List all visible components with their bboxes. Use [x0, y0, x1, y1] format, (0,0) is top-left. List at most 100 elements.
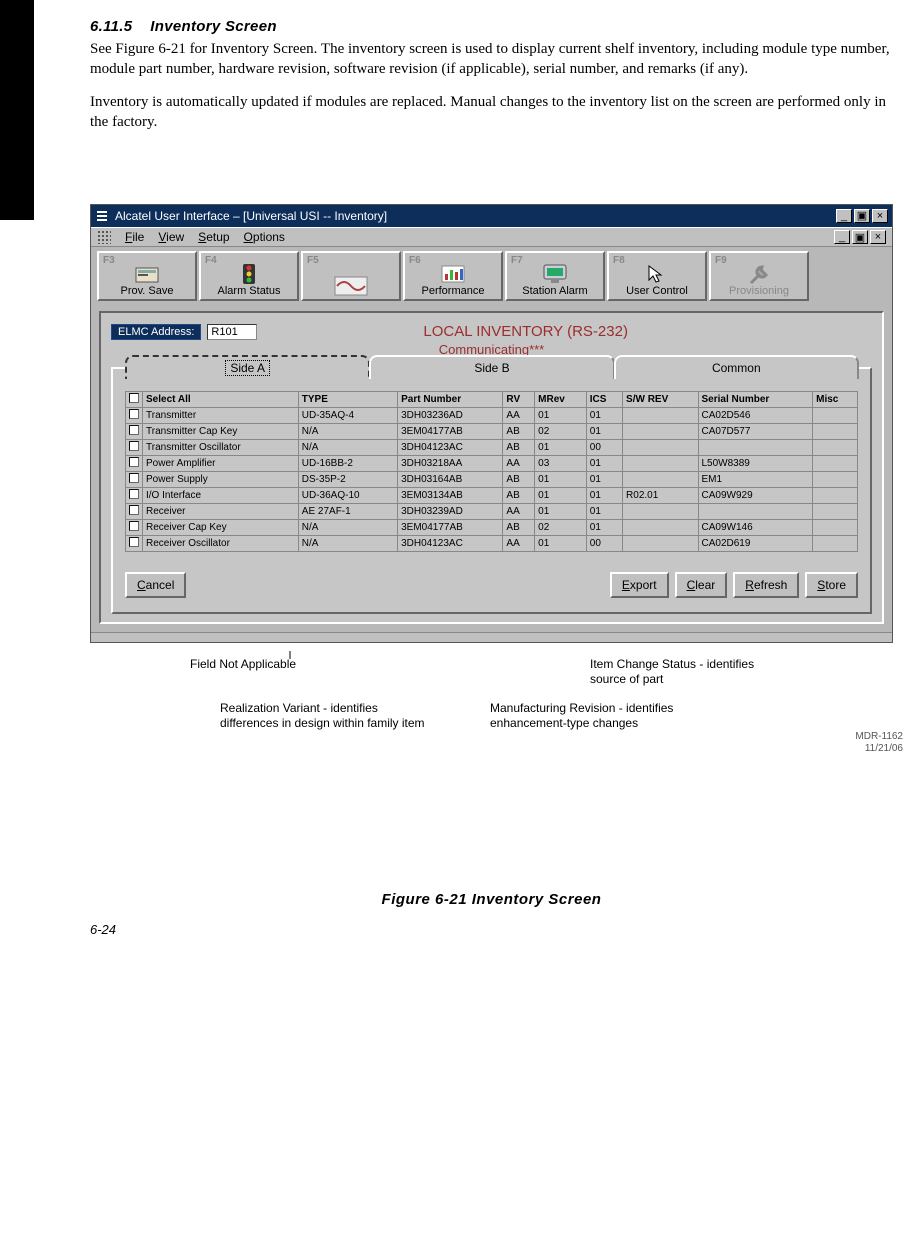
figure-caption: Figure 6-21 Inventory Screen	[90, 891, 893, 908]
toolbar-station-alarm[interactable]: F7Station Alarm	[505, 251, 605, 301]
title-bar[interactable]: Alcatel User Interface – [Universal USI …	[91, 205, 892, 227]
refresh-button[interactable]: Refresh	[733, 572, 799, 598]
cell-type: N/A	[298, 536, 397, 552]
cell-name: Power Amplifier	[143, 456, 299, 472]
cell-rv: AB	[503, 520, 535, 536]
tab-side-a[interactable]: Side A	[125, 355, 370, 379]
cell-mrev: 03	[535, 456, 587, 472]
callout-item-change-status: Item Change Status - identifies source o…	[590, 657, 780, 687]
callout-manufacturing-revision: Manufacturing Revision - identifies enha…	[490, 701, 700, 731]
cell-mrev: 01	[535, 408, 587, 424]
cell-ics: 01	[586, 456, 622, 472]
cell-name: Receiver Oscillator	[143, 536, 299, 552]
callout-field-na: Field Not Applicable	[190, 657, 296, 672]
cell-mrev: 02	[535, 520, 587, 536]
menu-file[interactable]: File	[125, 230, 144, 244]
cell-misc	[813, 424, 858, 440]
cell-serial: CA07D577	[698, 424, 813, 440]
cell-type: AE 27AF-1	[298, 504, 397, 520]
maximize-button[interactable]: ▣	[854, 209, 870, 223]
content-panel: ELMC Address: R101 LOCAL INVENTORY (RS-2…	[99, 311, 884, 624]
mdi-minimize-button[interactable]: _	[834, 230, 850, 244]
menu-bar: File View Setup Options _ ▣ ×	[91, 227, 892, 247]
pointer-icon	[645, 263, 669, 285]
cell-part: 3DH03218AA	[398, 456, 503, 472]
row-checkbox[interactable]	[129, 505, 139, 515]
elmc-address-value[interactable]: R101	[207, 324, 257, 340]
table-row: ReceiverAE 27AF-13DH03239ADAA0101	[126, 504, 858, 520]
toolbar-alarm-status[interactable]: F4Alarm Status	[199, 251, 299, 301]
row-checkbox[interactable]	[129, 537, 139, 547]
mdi-restore-button[interactable]: ▣	[852, 230, 868, 244]
col-header[interactable]: Serial Number	[698, 392, 813, 408]
fkey-label: F8	[613, 255, 625, 266]
export-button[interactable]: Export	[610, 572, 669, 598]
col-header[interactable]: Select All	[143, 392, 299, 408]
row-checkbox[interactable]	[129, 441, 139, 451]
wave-icon	[334, 275, 368, 297]
cell-rv: AA	[503, 504, 535, 520]
menu-setup[interactable]: Setup	[198, 230, 229, 244]
cell-sw	[623, 472, 698, 488]
table-row: Receiver OscillatorN/A3DH04123ACAA0100CA…	[126, 536, 858, 552]
cell-part: 3EM03134AB	[398, 488, 503, 504]
tab-side-b[interactable]: Side B	[369, 355, 614, 379]
monitor-icon	[542, 263, 568, 285]
row-checkbox[interactable]	[129, 489, 139, 499]
toolbar-f5[interactable]: F5	[301, 251, 401, 301]
cell-misc	[813, 456, 858, 472]
close-button[interactable]: ×	[872, 209, 888, 223]
cell-name: Power Supply	[143, 472, 299, 488]
col-header[interactable]: ICS	[586, 392, 622, 408]
section-number: 6.11.5	[90, 18, 132, 35]
mdi-close-button[interactable]: ×	[870, 230, 886, 244]
table-row: I/O InterfaceUD-36AQ-103EM03134ABAB0101R…	[126, 488, 858, 504]
cell-rv: AA	[503, 456, 535, 472]
save-icon	[134, 263, 160, 285]
col-header[interactable]: RV	[503, 392, 535, 408]
table-row: Power AmplifierUD-16BB-23DH03218AAAA0301…	[126, 456, 858, 472]
cancel-button[interactable]: Cancel	[125, 572, 186, 598]
row-checkbox[interactable]	[129, 457, 139, 467]
cell-misc	[813, 488, 858, 504]
minimize-button[interactable]: _	[836, 209, 852, 223]
toolbar-prov-save[interactable]: F3Prov. Save	[97, 251, 197, 301]
toolbar-user-control[interactable]: F8User Control	[607, 251, 707, 301]
cell-misc	[813, 408, 858, 424]
cell-rv: AB	[503, 472, 535, 488]
row-checkbox[interactable]	[129, 521, 139, 531]
menu-options[interactable]: Options	[244, 230, 285, 244]
store-button[interactable]: Store	[805, 572, 858, 598]
cell-misc	[813, 504, 858, 520]
fkey-label: F9	[715, 255, 727, 266]
row-checkbox[interactable]	[129, 473, 139, 483]
cell-sw: R02.01	[623, 488, 698, 504]
col-header[interactable]: MRev	[535, 392, 587, 408]
select-all-checkbox[interactable]	[129, 393, 139, 403]
col-header[interactable]: TYPE	[298, 392, 397, 408]
cell-sw	[623, 424, 698, 440]
row-checkbox[interactable]	[129, 425, 139, 435]
toolbar-label: Prov. Save	[121, 285, 174, 297]
cell-sw	[623, 456, 698, 472]
section-title: Inventory Screen	[150, 18, 277, 35]
callout-area: Field Not Applicable Realization Variant…	[90, 651, 893, 781]
toolbar-performance[interactable]: F6Performance	[403, 251, 503, 301]
cell-rv: AB	[503, 488, 535, 504]
cell-type: UD-35AQ-4	[298, 408, 397, 424]
cell-sw	[623, 520, 698, 536]
cell-rv: AB	[503, 424, 535, 440]
cell-name: Transmitter Oscillator	[143, 440, 299, 456]
cell-sw	[623, 408, 698, 424]
cell-ics: 01	[586, 504, 622, 520]
col-header[interactable]: S/W REV	[623, 392, 698, 408]
body-paragraph-2: Inventory is automatically updated if mo…	[90, 92, 893, 133]
col-header[interactable]: Misc	[813, 392, 858, 408]
col-header[interactable]: Part Number	[398, 392, 503, 408]
page-number: 6-24	[90, 922, 893, 937]
tab-common[interactable]: Common	[614, 355, 859, 379]
menu-view[interactable]: View	[158, 230, 184, 244]
clear-button[interactable]: Clear	[675, 572, 728, 598]
row-checkbox[interactable]	[129, 409, 139, 419]
cell-type: DS-35P-2	[298, 472, 397, 488]
